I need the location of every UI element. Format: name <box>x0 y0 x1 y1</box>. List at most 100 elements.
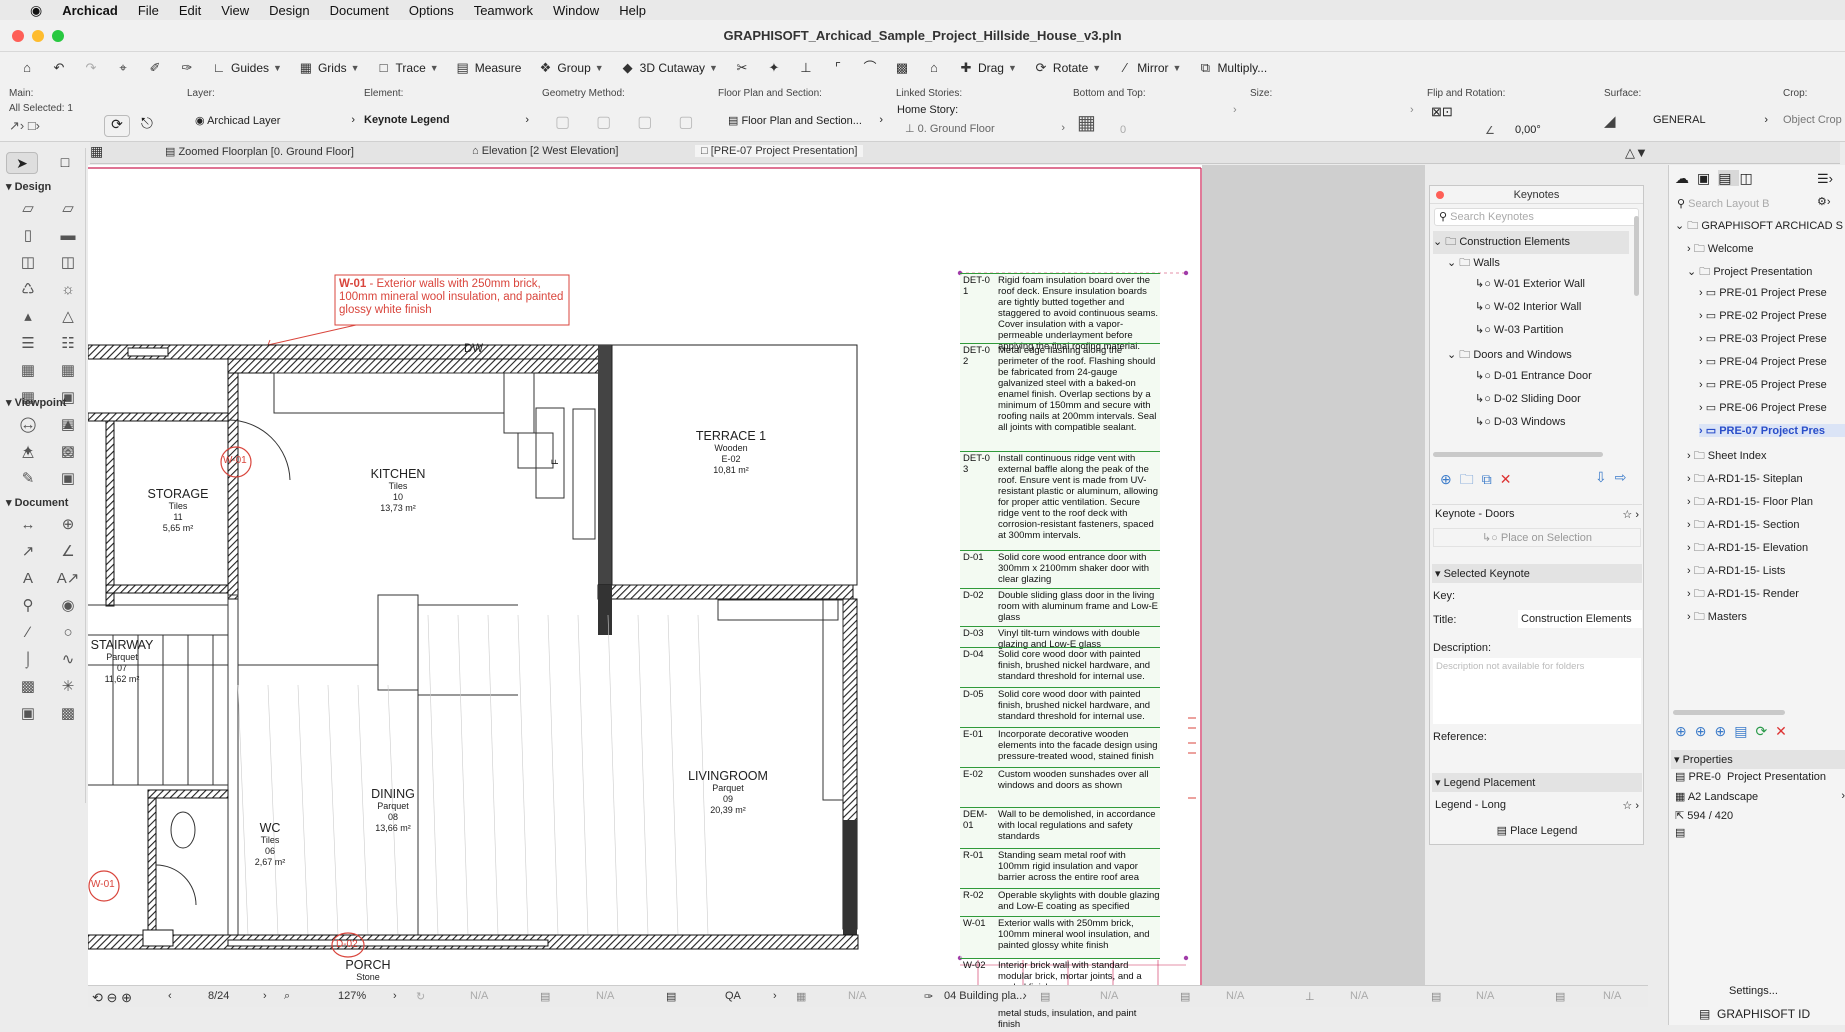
section-tool-icon[interactable]: ↔ <box>8 412 48 437</box>
layout-tree-item[interactable]: › ▭ PRE-06 Project Prese <box>1699 401 1845 414</box>
room-wc[interactable]: WC Tiles 06 2,67 m² <box>235 821 305 868</box>
text-tool-icon[interactable]: A <box>8 566 48 591</box>
pen-set-chevron-icon[interactable]: › <box>1023 990 1027 1002</box>
publisher-icon[interactable]: ◫ <box>1739 170 1760 186</box>
chevron-down-icon[interactable]: ⌄ <box>1675 220 1687 232</box>
drawing-canvas[interactable]: W-01 - Exterior walls with 250mm brick, … <box>88 165 1260 1030</box>
menu-view[interactable]: View <box>211 3 259 18</box>
menu-app[interactable]: Archicad <box>52 3 128 18</box>
horizontal-scrollbar[interactable] <box>1433 452 1603 457</box>
zoom-chevron-icon[interactable]: › <box>393 990 397 1002</box>
menu-edit[interactable]: Edit <box>169 3 211 18</box>
import-icon[interactable]: ⇩ <box>1595 469 1615 485</box>
stair-tool-icon[interactable]: ☰ <box>8 331 48 356</box>
grids-button[interactable]: ▦ Grids ▼ <box>293 57 365 79</box>
chevron-right-icon[interactable]: › <box>1687 519 1694 531</box>
keynote-doors-row[interactable]: Keynote - Doors ☆ › <box>1432 504 1642 524</box>
tree-w01[interactable]: ↳○ W-01 Exterior Wall <box>1475 277 1585 290</box>
partial-structure-icon[interactable]: ▤ <box>1555 990 1565 1003</box>
add-folder-icon[interactable]: 🗀 <box>1460 471 1482 487</box>
menu-help[interactable]: Help <box>609 3 656 18</box>
menu-document[interactable]: Document <box>320 3 399 18</box>
scissors-button[interactable]: ✂ <box>729 57 755 79</box>
curtainwall-tool-icon[interactable]: ▦ <box>8 358 48 383</box>
object-tool-icon[interactable]: ♺ <box>8 277 48 302</box>
tree-d02[interactable]: ↳○ D-02 Sliding Door <box>1475 392 1581 405</box>
tree-doors-windows[interactable]: ⌄ 🗀 Doors and Windows <box>1447 346 1572 365</box>
layout-tree-item[interactable]: › ▭ PRE-01 Project Prese <box>1699 286 1845 299</box>
bottom-top-value[interactable]: 0 <box>1120 124 1126 136</box>
floorplan-select[interactable]: ▤ Floor Plan and Section... › <box>728 114 883 127</box>
properties-header[interactable]: ▾ Properties <box>1671 750 1845 769</box>
room-kitchen[interactable]: KITCHEN Tiles 10 13,73 m² <box>348 467 448 514</box>
chevron-right-icon[interactable]: › <box>1699 287 1706 299</box>
menu-design[interactable]: Design <box>259 3 319 18</box>
fillet-button[interactable]: ⌒ <box>857 57 883 79</box>
chevron-right-icon[interactable]: › <box>1699 402 1706 414</box>
room-dining[interactable]: DINING Parquet 08 13,66 m² <box>348 787 438 834</box>
chevron-right-icon[interactable]: › <box>1699 333 1706 345</box>
group-button[interactable]: ❖ Group ▼ <box>532 57 608 79</box>
home-story-select[interactable]: ⊥ 0. Ground Floor › <box>905 122 1065 135</box>
cutaway-button[interactable]: ◆ 3D Cutaway ▼ <box>615 57 723 79</box>
zoom-out-icon[interactable]: ⊖ <box>107 990 118 1005</box>
intersect-button[interactable]: ⌜ <box>825 57 851 79</box>
layout-tree-item[interactable]: › ▭ PRE-03 Project Prese <box>1699 332 1845 345</box>
description-field[interactable]: Description not available for folders <box>1433 658 1641 724</box>
room-porch[interactable]: PORCH Stone <box>323 958 413 983</box>
layout-tree-item[interactable]: › 🗀 Masters <box>1687 608 1845 627</box>
camera-tool-icon[interactable]: ▣ <box>48 466 88 491</box>
size-chevron-icon[interactable]: › <box>1410 104 1414 116</box>
tree-d03[interactable]: ↳○ D-03 Windows <box>1475 415 1565 428</box>
hatch-tool-icon[interactable]: ▩ <box>8 674 48 699</box>
layer-combination[interactable]: QA <box>725 990 741 1002</box>
tree-walls[interactable]: ⌄ 🗀 Walls <box>1447 254 1500 273</box>
model-view-icon[interactable]: ▤ <box>1040 990 1050 1003</box>
viewpoint-section[interactable]: ▾ Viewpoint <box>6 396 66 409</box>
room-storage[interactable]: STORAGE Tiles 11 5,65 m² <box>128 487 228 534</box>
properties-size-row[interactable]: ▦ A2 Landscape › <box>1675 790 1845 803</box>
undo-zoom-icon[interactable]: ⟲ <box>92 990 103 1005</box>
door-tag-d02[interactable]: D-02 <box>336 939 358 950</box>
refresh-icon[interactable]: ⟳ <box>1755 723 1775 739</box>
legend-long-row[interactable]: Legend - Long ☆ › <box>1432 796 1642 815</box>
layout-tree-item[interactable]: ⌄ 🗀 Project Presentation <box>1687 263 1845 282</box>
navigator-menu-icon[interactable]: ☰› <box>1817 171 1833 187</box>
zoom-in-icon[interactable]: ⊕ <box>121 990 132 1005</box>
chevron-right-icon[interactable]: › <box>1699 310 1706 322</box>
shell-tool-icon[interactable]: △ <box>48 304 88 329</box>
bottom-top-chevron-icon[interactable]: › <box>1233 104 1237 116</box>
structure-icon[interactable]: ⊥ <box>1305 990 1315 1003</box>
chevron-right-icon[interactable]: › <box>1699 356 1706 368</box>
vertical-scrollbar[interactable] <box>1634 216 1639 296</box>
keynote-legend[interactable]: DET-0 1 Rigid foam insulation board over … <box>960 273 1186 1030</box>
arrow-tool-icon[interactable]: ➤ <box>6 152 38 174</box>
chevron-right-icon[interactable]: › <box>1687 565 1694 577</box>
scale-icon[interactable]: ▦ <box>796 990 806 1003</box>
home-button[interactable]: ⌂ <box>14 57 40 79</box>
radial-dimension-tool-icon[interactable]: ↗ <box>8 539 48 564</box>
railing-tool-icon[interactable]: ☷ <box>48 331 88 356</box>
next-page-icon[interactable]: › <box>263 990 267 1002</box>
layer-combo-icon[interactable]: ▤ <box>540 990 550 1003</box>
markup-icon[interactable]: ▤ <box>1431 990 1441 1003</box>
mirror-button[interactable]: ∕ Mirror ▼ <box>1112 57 1186 79</box>
tab-elevation[interactable]: ⌂ Elevation [2 West Elevation] <box>472 145 618 157</box>
wall-keynote-callout[interactable]: W-01 - Exterior walls with 250mm brick, … <box>339 278 567 317</box>
angle-dimension-tool-icon[interactable]: ∠ <box>48 539 88 564</box>
find-select-button[interactable]: ⌖ <box>110 57 136 79</box>
delete-layout-icon[interactable]: ✕ <box>1775 723 1795 739</box>
layout-tree-item[interactable]: › 🗀 A-RD1-15- Section <box>1687 516 1845 535</box>
undo-button[interactable]: ↶ <box>46 57 72 79</box>
view-map-icon[interactable]: ▣ <box>1697 170 1718 186</box>
room-terrace[interactable]: TERRACE 1 Wooden E-02 10,81 m² <box>666 429 796 476</box>
chevron-right-icon[interactable]: › <box>1699 425 1706 437</box>
rotation-status-icon[interactable]: ↻ <box>416 990 425 1003</box>
line-tool-icon[interactable]: ∕ <box>8 620 48 645</box>
fill-tool-icon[interactable]: ◉ <box>48 593 88 618</box>
chevron-right-icon[interactable]: › <box>1687 542 1694 554</box>
renovation-icon[interactable]: ▤ <box>1180 990 1190 1003</box>
figure-tool-icon[interactable]: ▣ <box>8 701 48 726</box>
menu-options[interactable]: Options <box>399 3 464 18</box>
tree-w02[interactable]: ↳○ W-02 Interior Wall <box>1475 300 1581 313</box>
